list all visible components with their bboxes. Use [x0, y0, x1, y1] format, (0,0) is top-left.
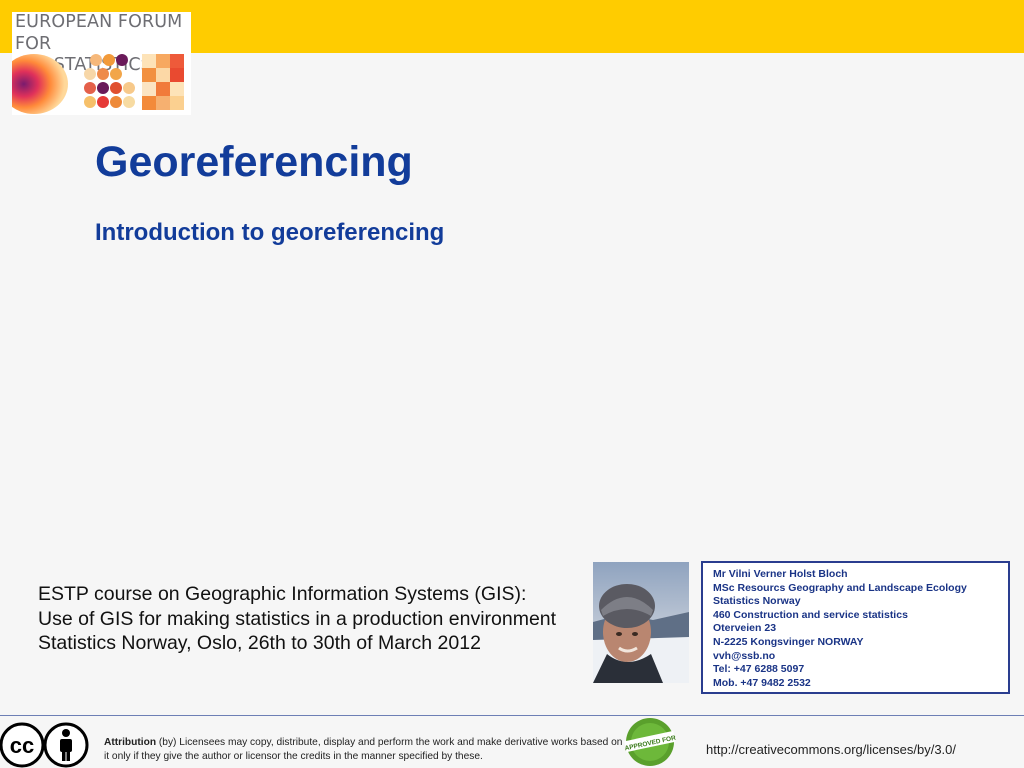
course-line-1: ESTP course on Geographic Information Sy… — [38, 583, 527, 605]
contact-degree: MSc Resourcs Geography and Landscape Eco… — [713, 581, 967, 594]
contact-phone: Tel: +47 6288 5097 — [713, 663, 805, 676]
contact-city: N-2225 Kongsvinger NORWAY — [713, 635, 864, 648]
course-info: ESTP course on Geographic Information Sy… — [38, 582, 556, 656]
contact-street: Oterveien 23 — [713, 622, 777, 635]
footer-divider — [0, 715, 1024, 716]
attribution-label: Attribution — [104, 737, 157, 748]
contact-box: Mr Vilni Verner Holst Bloch MSc Resourcs… — [701, 561, 1010, 694]
logo-line-1: EUROPEAN FORUM — [15, 12, 183, 32]
license-url-link[interactable]: http://creativecommons.org/licenses/by/3… — [706, 742, 956, 757]
slide-title: Georeferencing — [95, 138, 413, 186]
slide-subtitle: Introduction to georeferencing — [95, 219, 445, 246]
contact-department: 460 Construction and service statistics — [713, 608, 908, 621]
contact-organization: Statistics Norway — [713, 595, 801, 608]
course-line-2: Use of GIS for making statistics in a pr… — [38, 607, 557, 630]
presenter-photo — [593, 562, 689, 683]
approved-for-free-cultural-works-badge-icon: APPROVED FOR — [624, 718, 677, 766]
attribution-text: (by) Licensees may copy, distribute, dis… — [104, 737, 623, 762]
course-line-3: Statistics Norway, Oslo, 26th to 30th of… — [38, 632, 481, 654]
cc-label: cc — [10, 733, 34, 758]
creative-commons-by-icon: cc — [0, 722, 89, 768]
contact-email[interactable]: vvh@ssb.no — [713, 650, 1008, 664]
contact-name: Mr Vilni Verner Holst Bloch — [713, 568, 848, 580]
european-forum-geostatistics-logo: EUROPEAN FORUM FOR GEOSTATISTICS — [12, 12, 191, 115]
license-text: Attribution (by) Licensees may copy, dis… — [104, 736, 624, 763]
logo-graphic-icon — [12, 54, 184, 114]
contact-mobile: Mob. +47 9482 2532 — [713, 676, 811, 689]
